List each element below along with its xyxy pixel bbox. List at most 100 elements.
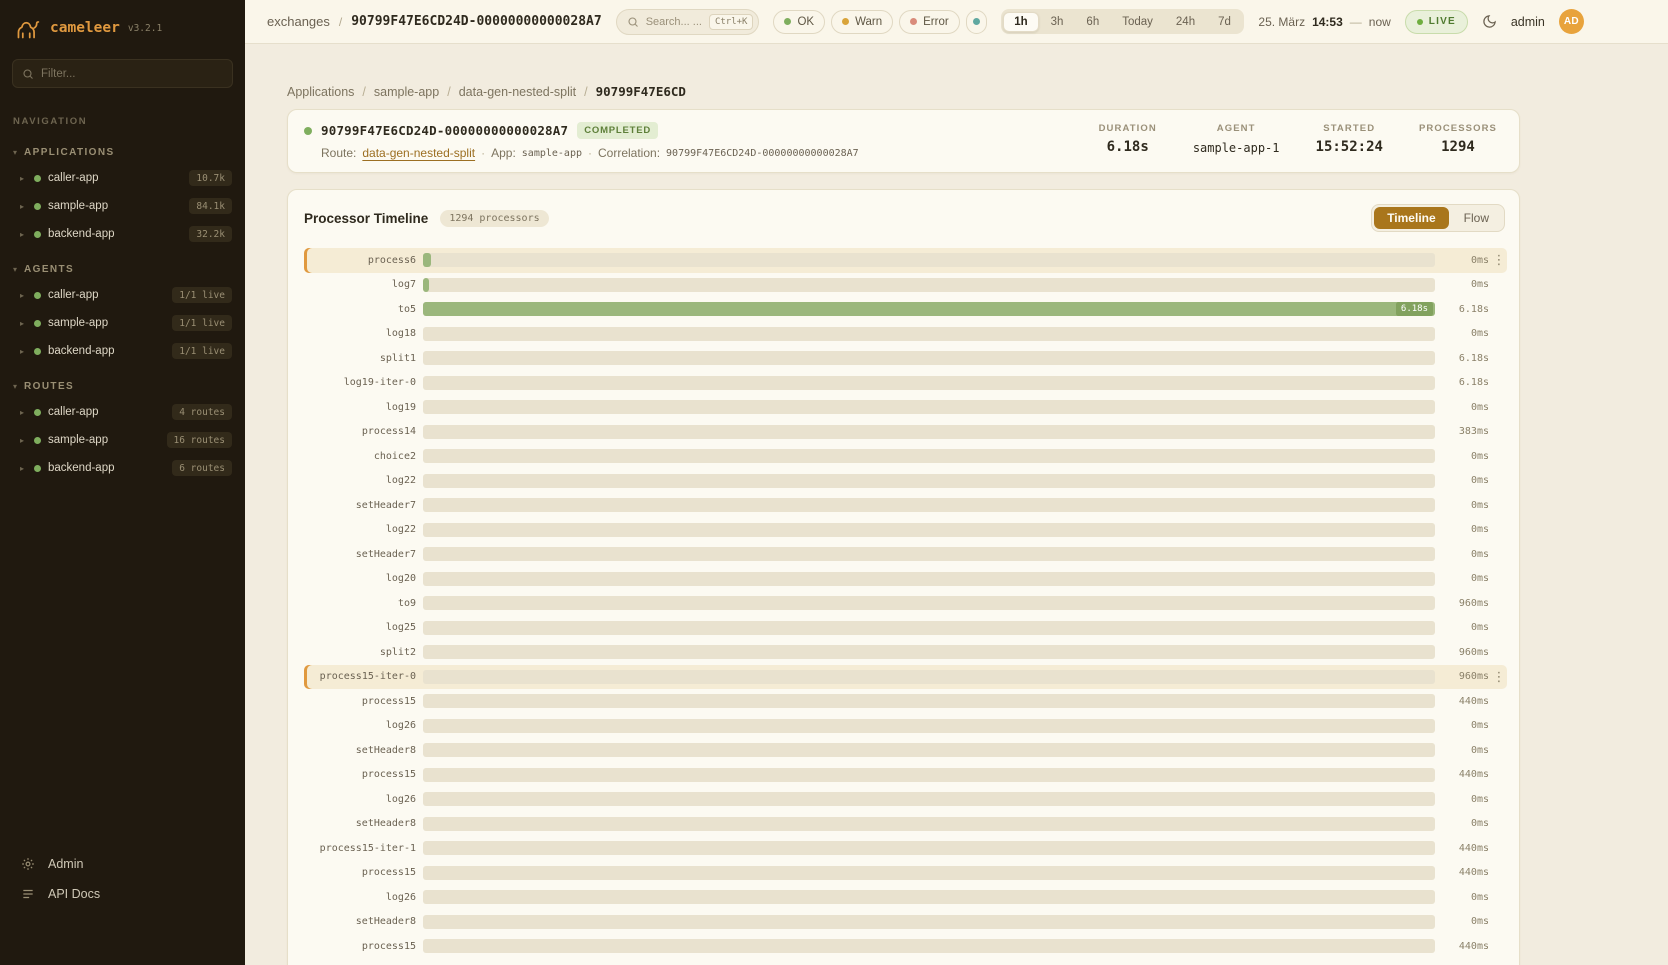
row-duration: 0ms — [1443, 818, 1489, 829]
filter-chip-extra[interactable] — [966, 10, 987, 34]
breadcrumb-exchanges[interactable]: exchanges — [267, 14, 330, 29]
search-icon — [22, 68, 34, 80]
view-timeline-button[interactable]: Timeline — [1374, 207, 1448, 229]
timeline-row-process15[interactable]: process15440ms⋮ — [304, 934, 1507, 959]
bar-duration-label: 6.18s — [1396, 302, 1433, 316]
timeline-row-log22[interactable]: log220ms⋮ — [304, 469, 1507, 494]
filter-chip-warn[interactable]: Warn — [831, 10, 893, 34]
route-link[interactable]: data-gen-nested-split — [362, 146, 475, 160]
sidebar-item-backend-app[interactable]: ▸backend-app32.2k — [0, 220, 245, 248]
section-header-agents[interactable]: ▾AGENTS — [0, 258, 245, 281]
chip-status-dot — [973, 18, 980, 25]
section-header-applications[interactable]: ▾APPLICATIONS — [0, 141, 245, 164]
time-range-today[interactable]: Today — [1111, 12, 1164, 32]
timeline-title: Processor Timeline — [304, 211, 428, 226]
timeline-row-log26[interactable]: log260ms⋮ — [304, 714, 1507, 739]
route-label: Route: — [321, 146, 356, 160]
timeline-row-log25[interactable]: log250ms⋮ — [304, 616, 1507, 641]
timeline-row-log26[interactable]: log260ms⋮ — [304, 885, 1507, 910]
timeline-row-log18[interactable]: log180ms⋮ — [304, 322, 1507, 347]
timeline-row-to9[interactable]: to9960ms⋮ — [304, 591, 1507, 616]
processor-name: log25 — [304, 622, 416, 633]
timeline-row-setHeader7[interactable]: setHeader70ms⋮ — [304, 542, 1507, 567]
breadcrumb-data-gen-nested-split[interactable]: data-gen-nested-split — [459, 85, 576, 99]
timeline-row-process15[interactable]: process15440ms⋮ — [304, 763, 1507, 788]
user-name[interactable]: admin — [1511, 15, 1545, 29]
app-label: App: — [491, 146, 516, 160]
global-search[interactable]: Search... ... Ctrl+K — [616, 9, 760, 35]
duration-track — [423, 670, 1435, 684]
sidebar-footer-admin[interactable]: Admin — [0, 849, 245, 879]
live-badge[interactable]: LIVE — [1405, 10, 1468, 34]
timeline-row-split2[interactable]: split2960ms⋮ — [304, 640, 1507, 665]
timeline-header: Processor Timeline 1294 processors Timel… — [288, 190, 1519, 244]
filter-chip-error[interactable]: Error — [899, 10, 960, 34]
timeline-row-log22[interactable]: log220ms⋮ — [304, 518, 1507, 543]
now-text: now — [1369, 15, 1391, 29]
sidebar-item-caller-app[interactable]: ▸caller-app4 routes — [0, 398, 245, 426]
time-range-6h[interactable]: 6h — [1075, 12, 1110, 32]
filter-chip-ok[interactable]: OK — [773, 10, 825, 34]
search-placeholder: Search... ... — [646, 16, 702, 28]
timeline-row-to5[interactable]: to56.18s6.18s⋮ — [304, 297, 1507, 322]
timeline-row-log19[interactable]: log190ms⋮ — [304, 395, 1507, 420]
timeline-row-setHeader8[interactable]: setHeader80ms⋮ — [304, 812, 1507, 837]
timeline-row-log20[interactable]: log200ms⋮ — [304, 567, 1507, 592]
processor-name: setHeader7 — [304, 500, 416, 511]
kebab-menu-icon[interactable]: ⋮ — [1491, 252, 1507, 268]
timeline-row-choice2[interactable]: choice20ms⋮ — [304, 444, 1507, 469]
row-duration: 0ms — [1443, 573, 1489, 584]
sidebar-section-applications: ▾APPLICATIONS▸caller-app10.7k▸sample-app… — [0, 141, 245, 248]
time-range-1h[interactable]: 1h — [1003, 12, 1038, 32]
timeline-row-setHeader8[interactable]: setHeader80ms⋮ — [304, 738, 1507, 763]
app-version: v3.2.1 — [128, 23, 162, 34]
row-duration: 0ms — [1443, 451, 1489, 462]
exchange-id: 90799F47E6CD24D-00000000000028A7 — [321, 123, 568, 138]
sidebar-footer-api-docs[interactable]: API Docs — [0, 879, 245, 909]
timeline-row-process15-iter-0[interactable]: process15-iter-0960ms⋮ — [304, 665, 1507, 690]
dark-mode-toggle-icon[interactable] — [1482, 14, 1497, 29]
kebab-menu-icon[interactable]: ⋮ — [1491, 669, 1507, 685]
view-flow-button[interactable]: Flow — [1451, 207, 1502, 229]
timeline-row-split1[interactable]: split16.18s⋮ — [304, 346, 1507, 371]
processor-name: process15 — [304, 769, 416, 780]
processor-name: log19-iter-0 — [304, 377, 416, 388]
timeline-row-log26[interactable]: log260ms⋮ — [304, 787, 1507, 812]
sidebar-item-backend-app[interactable]: ▸backend-app1/1 live — [0, 337, 245, 365]
time-range-7d[interactable]: 7d — [1207, 12, 1242, 32]
filter-input[interactable] — [41, 68, 223, 80]
sidebar-item-sample-app[interactable]: ▸sample-app84.1k — [0, 192, 245, 220]
sidebar-item-caller-app[interactable]: ▸caller-app1/1 live — [0, 281, 245, 309]
sidebar-item-backend-app[interactable]: ▸backend-app6 routes — [0, 454, 245, 482]
row-duration: 383ms — [1443, 426, 1489, 437]
sidebar-item-sample-app[interactable]: ▸sample-app16 routes — [0, 426, 245, 454]
sidebar-item-sample-app[interactable]: ▸sample-app1/1 live — [0, 309, 245, 337]
duration-bar — [423, 278, 429, 292]
section-header-routes[interactable]: ▾ROUTES — [0, 375, 245, 398]
timeline-row-process15[interactable]: process15440ms⋮ — [304, 861, 1507, 886]
status-dot — [34, 175, 41, 182]
row-duration: 6.18s — [1443, 304, 1489, 315]
duration-track — [423, 278, 1435, 292]
avatar[interactable]: AD — [1559, 9, 1584, 34]
breadcrumb-applications[interactable]: Applications — [287, 85, 354, 99]
timeline-row-process15[interactable]: process15440ms⋮ — [304, 689, 1507, 714]
timeline-row-process14[interactable]: process14383ms⋮ — [304, 420, 1507, 445]
app-logo[interactable]: cameleer v3.2.1 — [0, 0, 245, 49]
timeline-row-setHeader8[interactable]: setHeader80ms⋮ — [304, 910, 1507, 935]
stat-label: AGENT — [1193, 123, 1280, 134]
breadcrumb-sample-app[interactable]: sample-app — [374, 85, 439, 99]
processor-name: process14 — [304, 426, 416, 437]
timeline-row-process6[interactable]: process60ms⋮ — [304, 248, 1507, 273]
chevron-right-icon: ▸ — [20, 174, 27, 183]
sidebar-item-caller-app[interactable]: ▸caller-app10.7k — [0, 164, 245, 192]
time-range-3h[interactable]: 3h — [1040, 12, 1075, 32]
timeline-row-log19-iter-0[interactable]: log19-iter-06.18s⋮ — [304, 371, 1507, 396]
item-name: sample-app — [48, 434, 108, 446]
timeline-row-process15-iter-1[interactable]: process15-iter-1440ms⋮ — [304, 836, 1507, 861]
timeline-row-log7[interactable]: log70ms⋮ — [304, 273, 1507, 298]
timeline-row-setHeader7[interactable]: setHeader70ms⋮ — [304, 493, 1507, 518]
duration-track — [423, 768, 1435, 782]
time-range-24h[interactable]: 24h — [1165, 12, 1206, 32]
processor-count-badge: 1294 processors — [440, 210, 548, 227]
